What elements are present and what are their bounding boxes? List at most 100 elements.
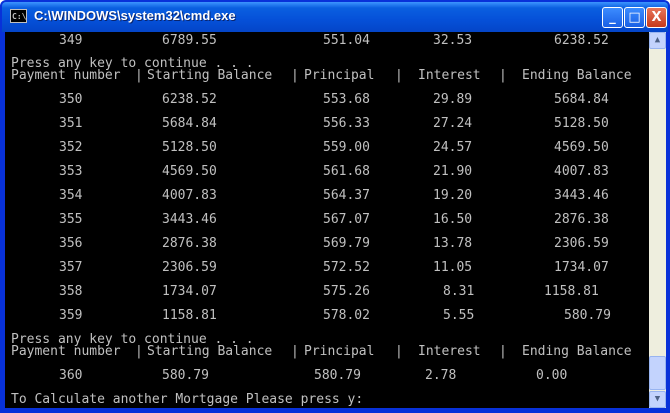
principal: 580.79: [314, 368, 361, 383]
payment-number: 354: [59, 188, 83, 203]
console-app-icon[interactable]: C:\: [10, 9, 27, 23]
table-row: 356 2876.38 569.79 13.78 2306.59: [11, 237, 609, 251]
interest: 5.55: [443, 308, 475, 323]
principal: 556.33: [323, 116, 370, 131]
table-row: 353 4569.50 561.68 21.90 4007.83: [11, 165, 609, 179]
header-starting-balance: Starting Balance: [147, 68, 273, 83]
ending-balance: 4569.50: [554, 140, 609, 155]
header-principal: Principal: [304, 68, 375, 83]
starting-balance: 5128.50: [162, 140, 217, 155]
ending-balance: 1158.81: [544, 284, 599, 299]
header-payment-number: Payment number: [11, 344, 121, 359]
table-row: 357 2306.59 572.52 11.05 1734.07: [11, 261, 609, 275]
starting-balance: 2306.59: [162, 260, 217, 275]
starting-balance: 6238.52: [162, 92, 217, 107]
interest: 21.90: [433, 164, 473, 179]
principal: 553.68: [323, 92, 370, 107]
console-output[interactable]: 349 6789.55 551.04 32.53 6238.52 Press a…: [5, 32, 649, 408]
header-separator: |: [135, 68, 143, 83]
close-button[interactable]: X: [646, 7, 667, 28]
payment-number: 351: [59, 116, 83, 131]
mortgage-prompt: To Calculate another Mortgage Please pre…: [11, 392, 364, 407]
starting-balance: 6789.55: [162, 33, 217, 48]
payment-number: 356: [59, 236, 83, 251]
minimize-button[interactable]: _: [602, 7, 623, 28]
starting-balance: 4569.50: [162, 164, 217, 179]
header-separator: |: [135, 344, 143, 359]
ending-balance: 1734.07: [554, 260, 609, 275]
window-title: C:\WINDOWS\system32\cmd.exe: [34, 8, 236, 23]
ending-balance: 0.00: [536, 368, 568, 383]
interest: 11.05: [433, 260, 473, 275]
ending-balance: 2876.38: [554, 212, 609, 227]
principal: 575.26: [323, 284, 370, 299]
ending-balance: 4007.83: [554, 164, 609, 179]
table-row: 349 6789.55 551.04 32.53 6238.52: [11, 34, 609, 48]
table-row: 360 580.79 580.79 2.78 0.00: [11, 369, 567, 383]
scroll-thumb[interactable]: [649, 356, 666, 390]
table-row: 359 1158.81 578.02 5.55 580.79: [11, 309, 611, 323]
principal: 561.68: [323, 164, 370, 179]
ending-balance: 5128.50: [554, 116, 609, 131]
payment-number: 358: [59, 284, 83, 299]
payment-number: 352: [59, 140, 83, 155]
title-bar[interactable]: C:\ C:\WINDOWS\system32\cmd.exe _ □ X: [2, 2, 668, 32]
principal: 564.37: [323, 188, 370, 203]
header-separator: |: [291, 68, 299, 83]
interest: 27.24: [433, 116, 473, 131]
ending-balance: 5684.84: [554, 92, 609, 107]
payment-number: 359: [59, 308, 83, 323]
starting-balance: 3443.46: [162, 212, 217, 227]
starting-balance: 580.79: [162, 368, 209, 383]
table-row: 350 6238.52 553.68 29.89 5684.84: [11, 93, 609, 107]
payment-number: 360: [59, 368, 83, 383]
table-row: 355 3443.46 567.07 16.50 2876.38: [11, 213, 609, 227]
header-separator: |: [395, 344, 403, 359]
payment-number: 353: [59, 164, 83, 179]
ending-balance: 6238.52: [554, 33, 609, 48]
payment-number: 349: [59, 33, 83, 48]
principal: 567.07: [323, 212, 370, 227]
interest: 16.50: [433, 212, 473, 227]
table-row: 358 1734.07 575.26 8.31 1158.81: [11, 285, 599, 299]
starting-balance: 5684.84: [162, 116, 217, 131]
cmd-window[interactable]: C:\ C:\WINDOWS\system32\cmd.exe _ □ X 34…: [0, 0, 670, 413]
interest: 29.89: [433, 92, 473, 107]
payment-number: 357: [59, 260, 83, 275]
scroll-down-arrow-icon[interactable]: ▼: [649, 391, 666, 408]
payment-number: 350: [59, 92, 83, 107]
table-header: Payment number | Starting Balance | Prin…: [11, 345, 632, 359]
scroll-up-arrow-icon[interactable]: ▲: [649, 32, 666, 49]
starting-balance: 4007.83: [162, 188, 217, 203]
header-separator: |: [499, 68, 507, 83]
principal: 559.00: [323, 140, 370, 155]
header-ending-balance: Ending Balance: [522, 68, 632, 83]
header-interest: Interest: [418, 344, 481, 359]
header-separator: |: [291, 344, 299, 359]
payment-number: 355: [59, 212, 83, 227]
header-principal: Principal: [304, 344, 375, 359]
table-row: 354 4007.83 564.37 19.20 3443.46: [11, 189, 609, 203]
starting-balance: 1734.07: [162, 284, 217, 299]
ending-balance: 3443.46: [554, 188, 609, 203]
maximize-button[interactable]: □: [624, 7, 645, 28]
table-row: 352 5128.50 559.00 24.57 4569.50: [11, 141, 609, 155]
principal: 578.02: [323, 308, 370, 323]
ending-balance: 2306.59: [554, 236, 609, 251]
header-interest: Interest: [418, 68, 481, 83]
ending-balance: 580.79: [564, 308, 611, 323]
header-separator: |: [395, 68, 403, 83]
vertical-scrollbar[interactable]: ▲ ▼: [649, 32, 666, 408]
interest: 8.31: [443, 284, 475, 299]
interest: 19.20: [433, 188, 473, 203]
starting-balance: 1158.81: [162, 308, 217, 323]
header-payment-number: Payment number: [11, 68, 121, 83]
principal: 569.79: [323, 236, 370, 251]
starting-balance: 2876.38: [162, 236, 217, 251]
interest: 13.78: [433, 236, 473, 251]
principal: 551.04: [323, 33, 370, 48]
table-row: 351 5684.84 556.33 27.24 5128.50: [11, 117, 609, 131]
header-ending-balance: Ending Balance: [522, 344, 632, 359]
interest: 24.57: [433, 140, 473, 155]
interest: 2.78: [425, 368, 457, 383]
